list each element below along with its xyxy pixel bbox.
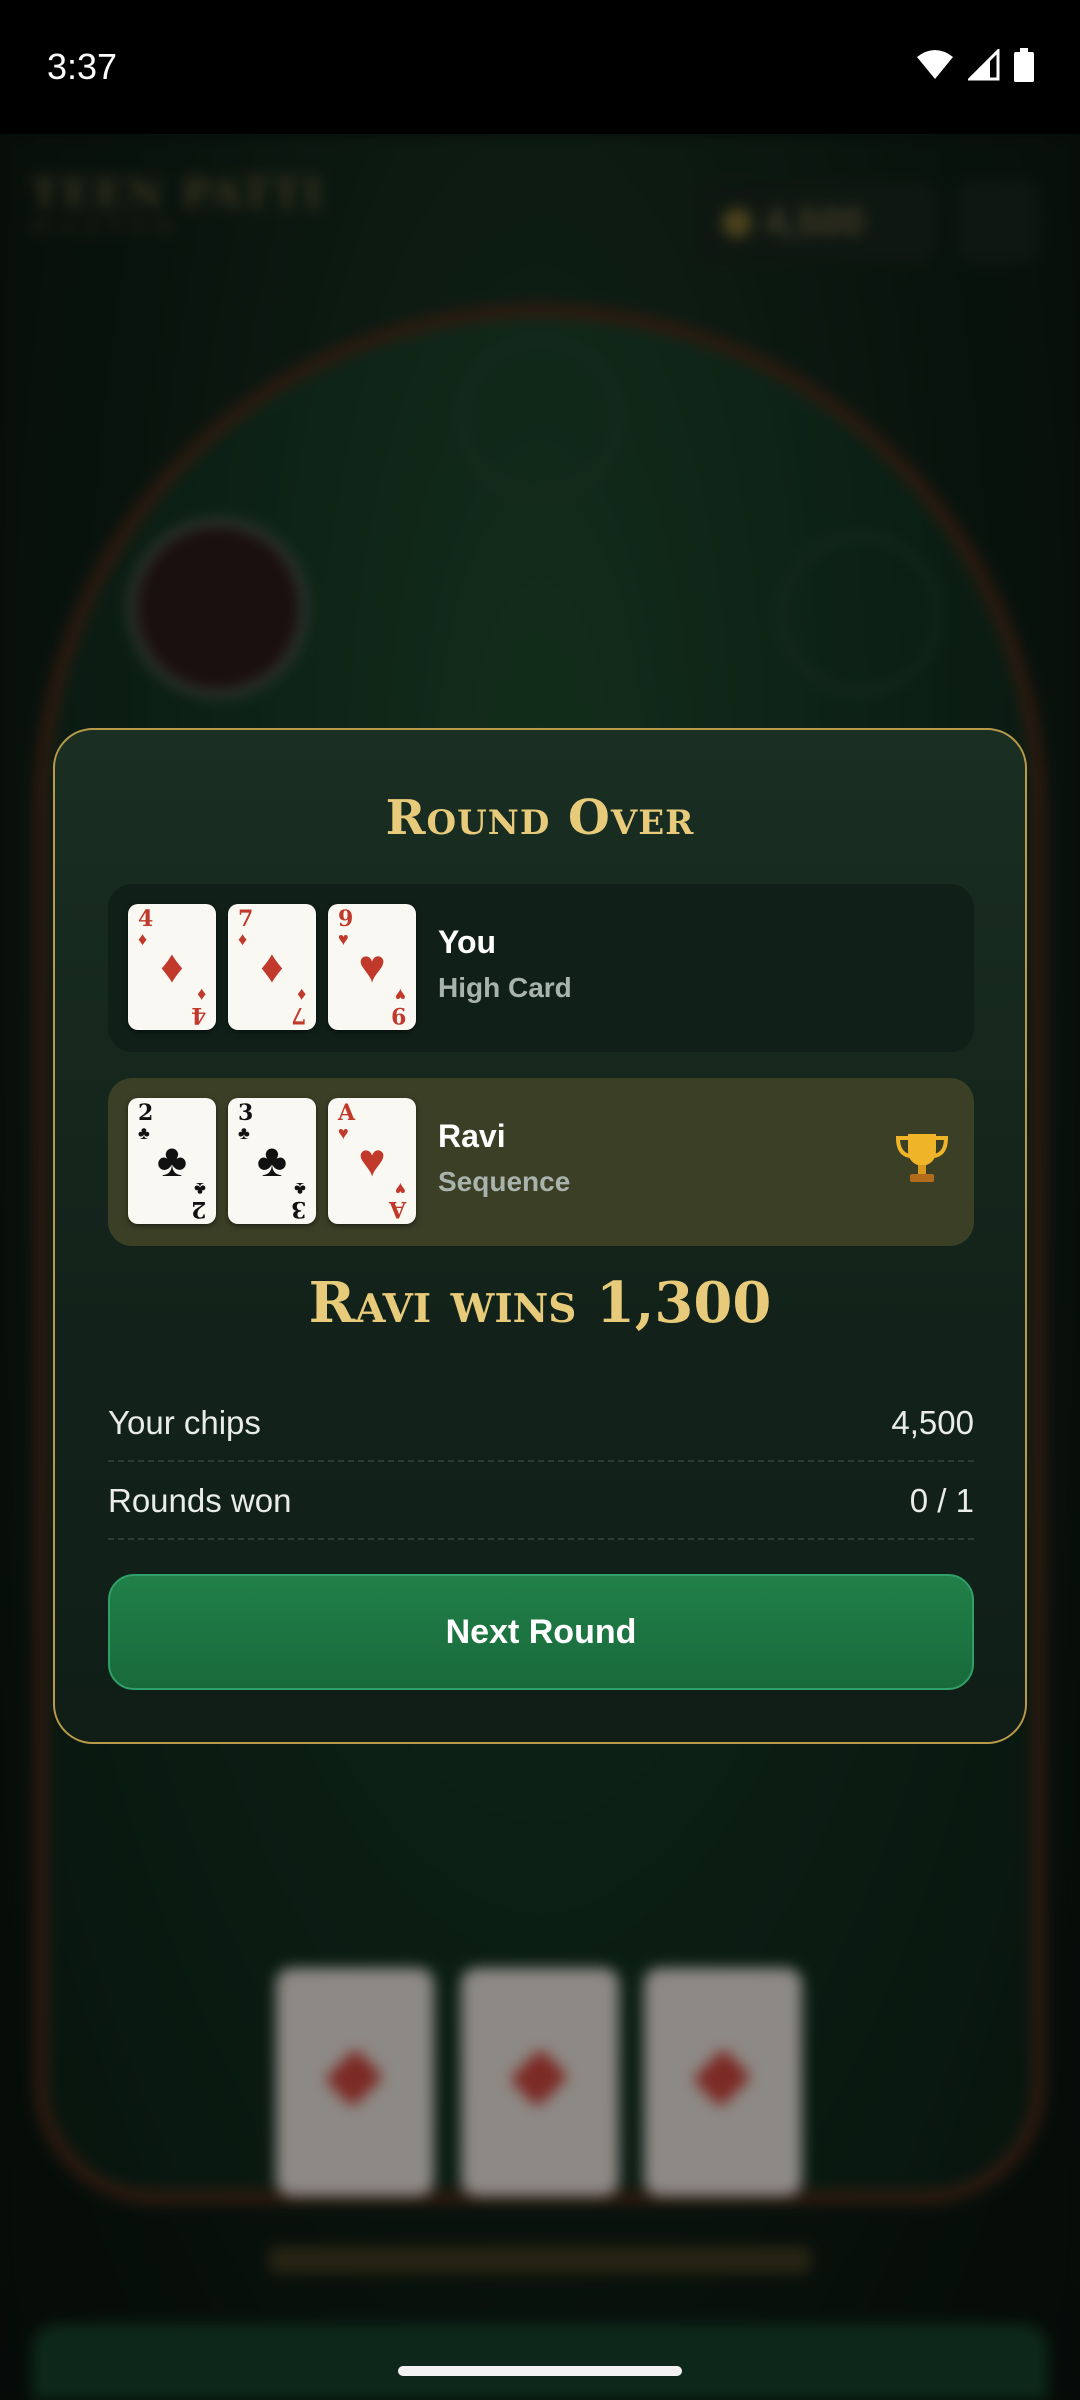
hand-type: Sequence	[438, 1166, 571, 1197]
stat-label: Your chips	[108, 1404, 261, 1441]
playing-card: A ♥ ♥ ♥ A	[328, 1098, 416, 1224]
wifi-icon	[917, 50, 953, 79]
playing-card: 2 ♣ ♣ ♣ 2	[128, 1098, 216, 1224]
stat-row-rounds: Rounds won 0 / 1	[108, 1462, 974, 1540]
hand-row-ravi: 2 ♣ ♣ ♣ 2 3 ♣ ♣ ♣ 3 A ♥ ♥ ♥ A Ravi Seque…	[108, 1078, 974, 1246]
signal-icon	[968, 49, 1000, 81]
playing-card: 7 ♦ ♦ ♦ 7	[228, 904, 316, 1030]
stat-label: Rounds won	[108, 1482, 292, 1519]
round-over-dialog: Round Over 4 ♦ ♦ ♦ 4 7 ♦ ♦ ♦ 7 9 ♥ ♥ ♥ 9…	[53, 728, 1027, 1744]
playing-card: 9 ♥ ♥ ♥ 9	[328, 904, 416, 1030]
stat-value: 4,500	[891, 1404, 974, 1441]
status-bar: 3:37	[0, 0, 1080, 134]
playing-card: 3 ♣ ♣ ♣ 3	[228, 1098, 316, 1224]
playing-card: 4 ♦ ♦ ♦ 4	[128, 904, 216, 1030]
home-indicator[interactable]	[398, 2366, 682, 2376]
dialog-title: Round Over	[385, 790, 695, 846]
next-round-button[interactable]: Next Round	[108, 1574, 974, 1690]
winner-message: Ravi wins 1,300	[308, 1270, 772, 1336]
status-icons	[916, 48, 1034, 82]
stat-value: 0 / 1	[909, 1482, 974, 1519]
player-name: You	[438, 924, 497, 960]
player-name: Ravi	[438, 1118, 506, 1154]
battery-icon	[1014, 48, 1034, 82]
hand-row-you: 4 ♦ ♦ ♦ 4 7 ♦ ♦ ♦ 7 9 ♥ ♥ ♥ 9 You High C…	[108, 884, 974, 1052]
stat-row-chips: Your chips 4,500	[108, 1384, 974, 1462]
trophy-icon	[895, 1134, 949, 1182]
hand-type: High Card	[438, 972, 572, 1003]
status-time: 3:37	[47, 46, 118, 87]
